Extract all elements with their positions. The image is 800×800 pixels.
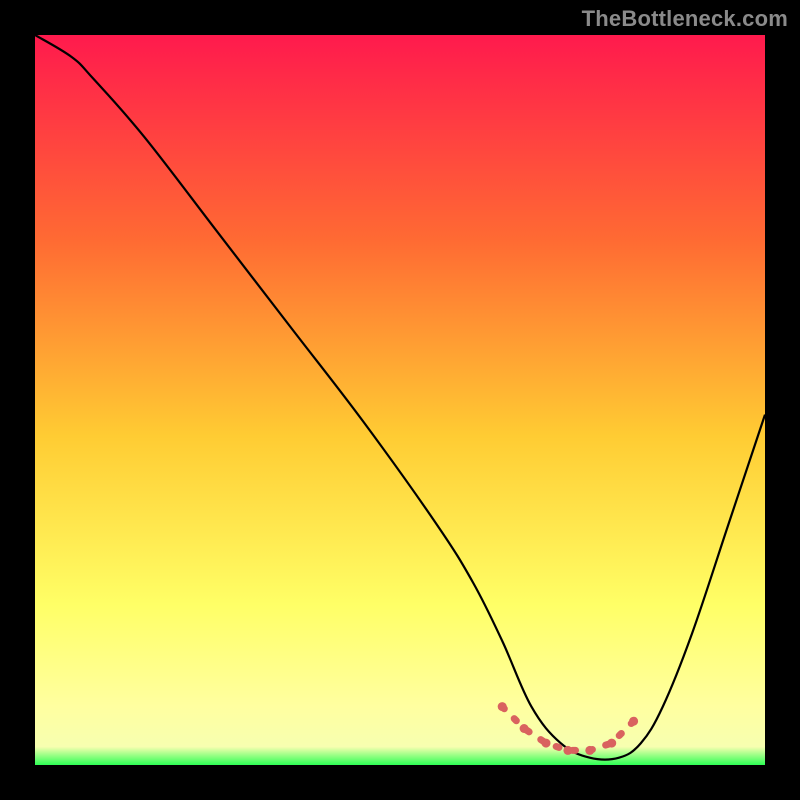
gradient-background	[35, 35, 765, 765]
marker-dot	[498, 702, 507, 711]
marker-dot	[585, 746, 594, 755]
marker-dot	[520, 724, 529, 733]
chart-container: TheBottleneck.com	[0, 0, 800, 800]
chart-svg	[35, 35, 765, 765]
marker-dot	[607, 739, 616, 748]
marker-dot	[563, 746, 572, 755]
marker-dot	[629, 717, 638, 726]
plot-area	[35, 35, 765, 765]
marker-dot	[542, 739, 551, 748]
watermark-text: TheBottleneck.com	[582, 6, 788, 32]
